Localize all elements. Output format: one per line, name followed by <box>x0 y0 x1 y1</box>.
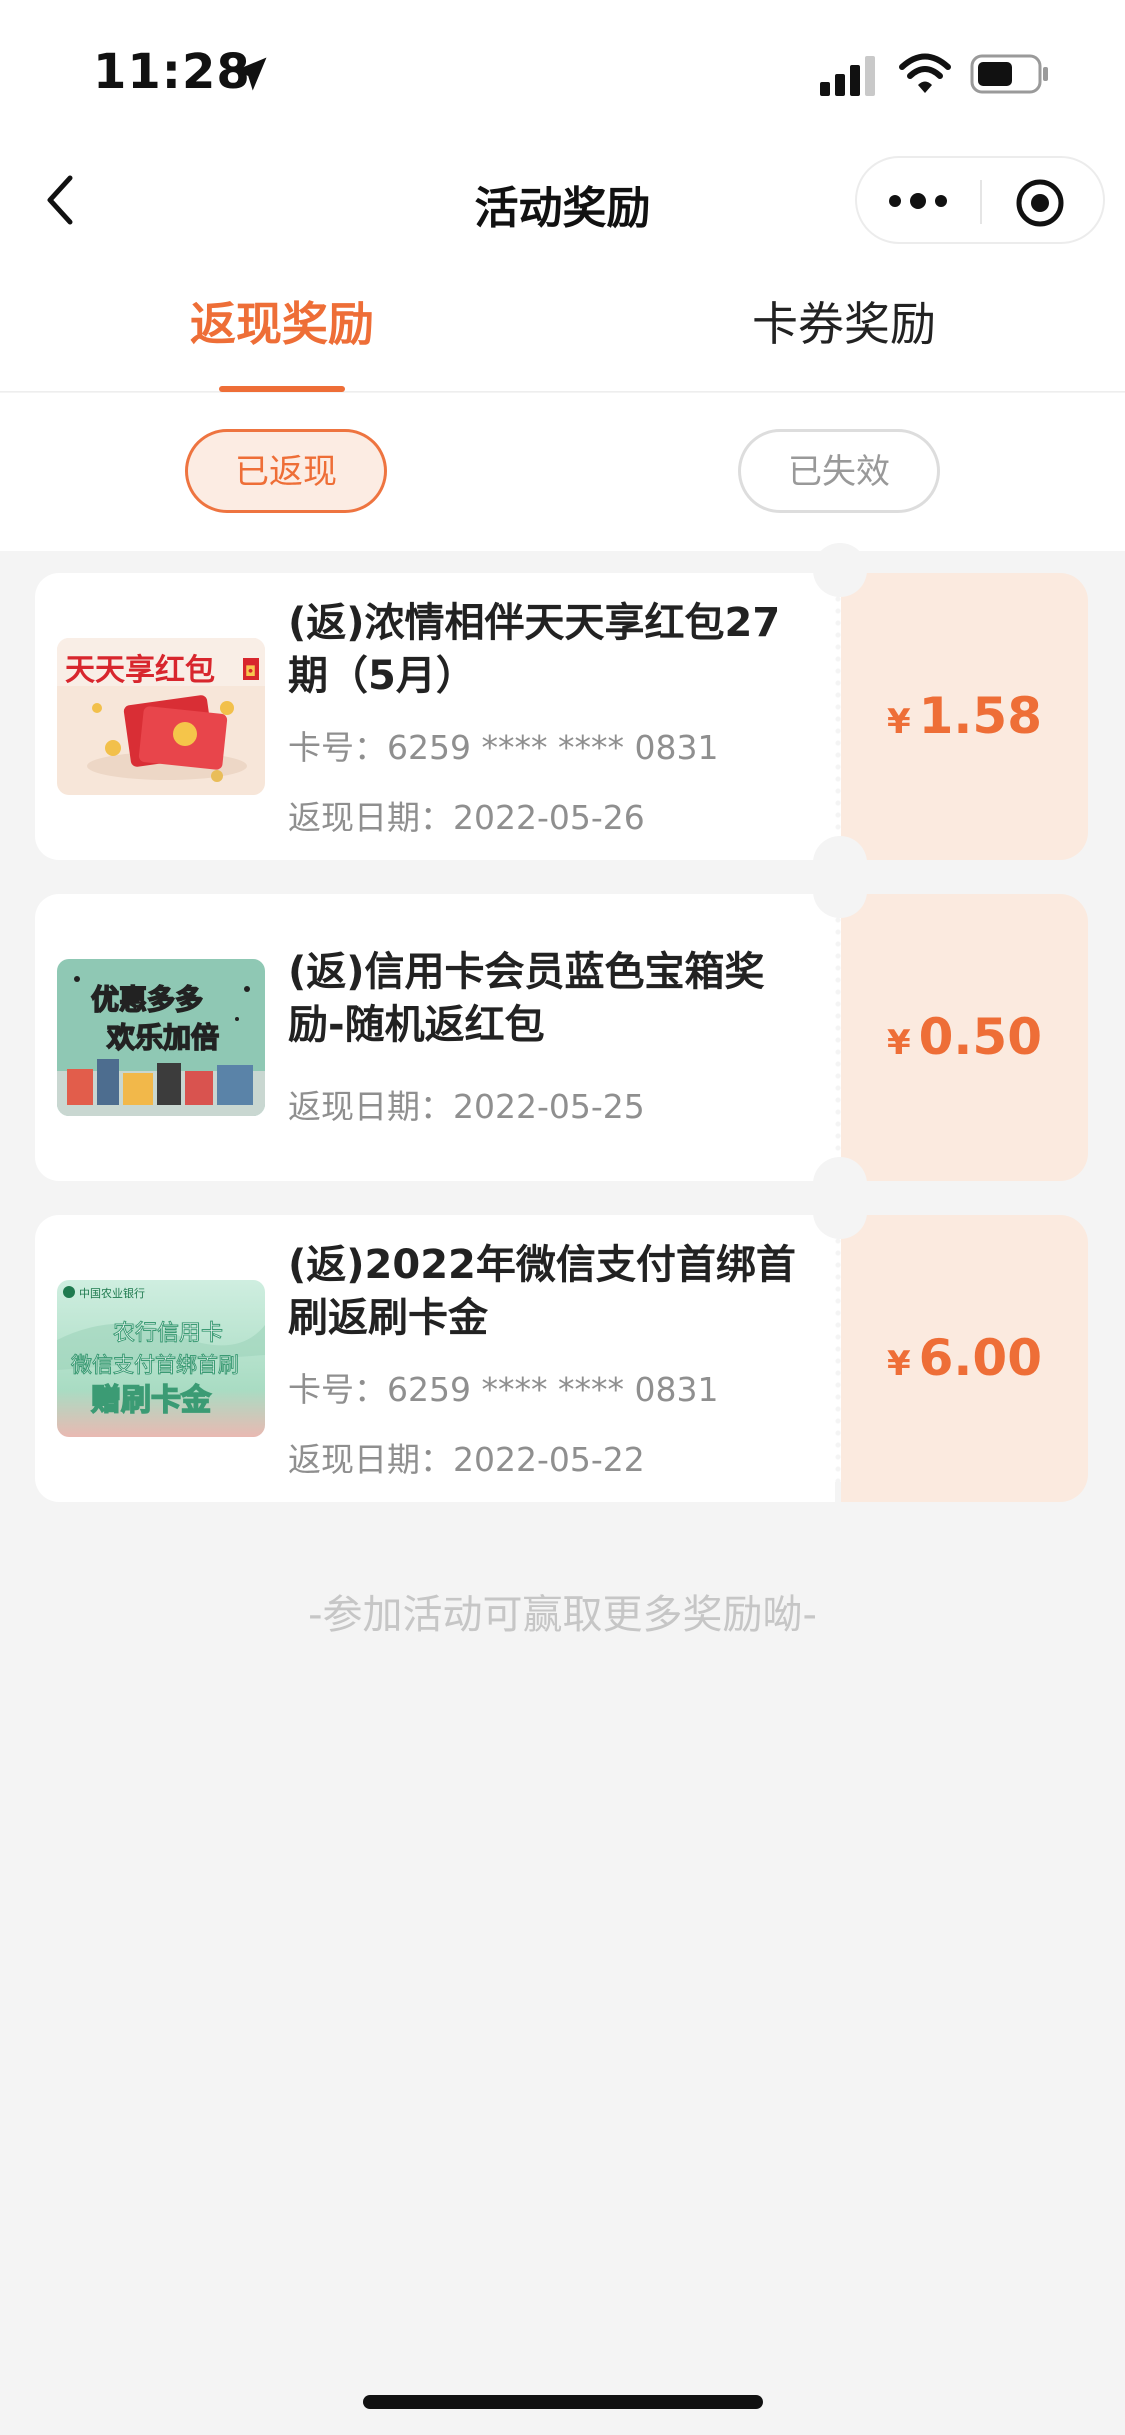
amount-value: 6.00 <box>918 1329 1043 1387</box>
reward-card[interactable]: 中国农业银行 农行信用卡 微信支付首绑首刷 赠刷卡金 (返)2022年微信支付首… <box>35 1185 1088 1502</box>
reward-amount: ¥6.00 <box>841 1215 1088 1502</box>
thumb-text-line-2: 欢乐加倍 <box>106 1021 219 1054</box>
home-indicator[interactable] <box>363 2395 763 2409</box>
ticket-notch <box>813 1185 867 1239</box>
reward-title: (返)浓情相伴天天享红包27期（5月） <box>288 600 781 699</box>
reward-card-info: 天天享红包 ◘ (返)浓情相伴天天享红包27期（5月） 卡号：6259 ****… <box>35 573 835 860</box>
amount-value: 0.50 <box>918 1008 1043 1066</box>
reward-title: (返)2022年微信支付首绑首刷返刷卡金 <box>288 1242 796 1341</box>
reward-amount-box: ¥1.58 <box>841 573 1088 860</box>
cellular-signal-icon <box>820 56 875 96</box>
reward-card-info: 中国农业银行 农行信用卡 微信支付首绑首刷 赠刷卡金 (返)2022年微信支付首… <box>35 1215 835 1502</box>
reward-thumbnail: 中国农业银行 农行信用卡 微信支付首绑首刷 赠刷卡金 <box>57 1280 265 1437</box>
more-icon[interactable] <box>887 184 949 218</box>
reward-card-number: 卡号：6259 **** **** 0831 <box>288 728 719 767</box>
amount-value: 1.58 <box>918 687 1043 745</box>
status-filter: 已返现 已失效 <box>0 393 1125 551</box>
reward-thumbnail: 天天享红包 ◘ <box>57 638 265 795</box>
ticket-notch <box>813 864 867 918</box>
page: 11:28 活动奖励 返现奖励 卡券奖励 已返现 已失效 天天享红包 ◘ (返)… <box>0 0 1125 2435</box>
reward-date: 返现日期：2022-05-25 <box>288 1087 645 1126</box>
tab-cashback-rewards[interactable]: 返现奖励 <box>190 288 374 354</box>
footer-note: -参加活动可赢取更多奖励呦- <box>308 1592 817 1638</box>
nav-bar: 活动奖励 <box>0 140 1125 260</box>
wifi-icon <box>899 53 951 93</box>
thumb-line-2: 微信支付首绑首刷 <box>71 1353 239 1377</box>
reward-amount-box: ¥0.50 <box>841 894 1088 1181</box>
reward-thumbnail: 优惠多多 欢乐加倍 <box>57 959 265 1116</box>
currency-symbol: ¥ <box>886 1023 911 1063</box>
battery-icon <box>970 54 1048 94</box>
ticket-notch <box>813 543 867 597</box>
thumb-line-1: 农行信用卡 <box>113 1321 223 1346</box>
status-bar: 11:28 <box>0 0 1125 140</box>
currency-symbol: ¥ <box>886 1344 911 1384</box>
mini-program-capsule <box>855 156 1105 244</box>
thumb-line-3: 赠刷卡金 <box>91 1383 212 1418</box>
filter-cashed-back[interactable]: 已返现 <box>185 429 387 513</box>
active-tab-indicator <box>219 386 345 392</box>
reward-amount: ¥1.58 <box>841 573 1088 860</box>
reward-card[interactable]: 优惠多多 欢乐加倍 (返)信用卡会员蓝色宝箱奖励-随机返红包 返现日期：2022… <box>35 864 1088 1211</box>
filter-expired[interactable]: 已失效 <box>738 429 940 513</box>
thumb-title-text: 天天享红包 <box>65 653 215 688</box>
location-arrow-icon <box>233 57 267 91</box>
reward-amount: ¥0.50 <box>841 894 1088 1181</box>
reward-card-info: 优惠多多 欢乐加倍 (返)信用卡会员蓝色宝箱奖励-随机返红包 返现日期：2022… <box>35 894 835 1181</box>
reward-card[interactable]: 天天享红包 ◘ (返)浓情相伴天天享红包27期（5月） 卡号：6259 ****… <box>35 543 1088 890</box>
capsule-divider <box>980 180 982 224</box>
reward-card-number: 卡号：6259 **** **** 0831 <box>288 1370 719 1409</box>
thumb-bank-name: 中国农业银行 <box>79 1286 145 1300</box>
thumb-text-line-1: 优惠多多 <box>91 983 203 1016</box>
reward-date: 返现日期：2022-05-22 <box>288 1440 645 1479</box>
currency-symbol: ¥ <box>886 702 911 742</box>
reward-amount-box: ¥6.00 <box>841 1215 1088 1502</box>
reward-title: (返)信用卡会员蓝色宝箱奖励-随机返红包 <box>288 949 765 1048</box>
thumb-badge-text: ◘ <box>245 664 256 680</box>
close-target-icon[interactable] <box>1015 178 1065 228</box>
tab-coupon-rewards[interactable]: 卡券奖励 <box>752 288 936 354</box>
reward-date: 返现日期：2022-05-26 <box>288 798 645 837</box>
reward-tabs: 返现奖励 卡券奖励 <box>0 260 1125 392</box>
